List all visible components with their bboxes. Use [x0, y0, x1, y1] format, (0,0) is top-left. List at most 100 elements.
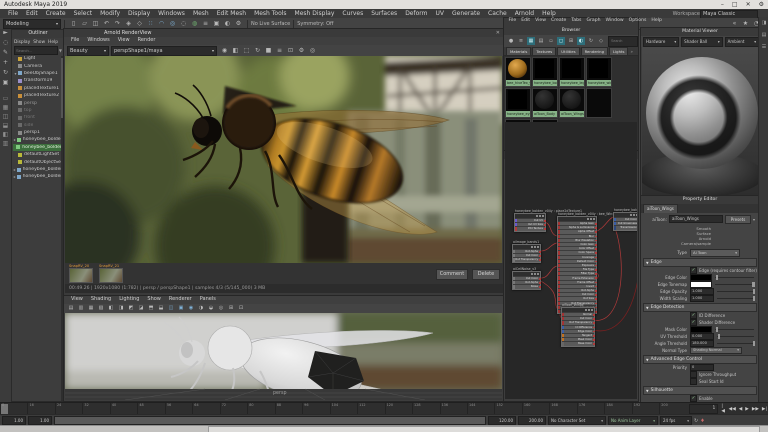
browser-tab[interactable]: Textures — [532, 47, 557, 55]
browser-tab[interactable]: Materials — [506, 47, 532, 55]
layout-three-pane-icon[interactable]: ◧ — [0, 131, 11, 140]
snap-to-curve-icon[interactable]: ◠ — [157, 19, 166, 28]
layout-two-pane-stack-icon[interactable]: ⬓ — [0, 122, 11, 131]
browser-panel-title[interactable]: Browser — [504, 27, 638, 35]
shader-node[interactable]: honeybee_bolden_v04y : bee_Wings Alpha G… — [557, 212, 616, 315]
shader-node[interactable]: honeybee_bolden_v04y : place2dTexture1 O… — [514, 209, 582, 232]
isolate-icon[interactable]: ⊡ — [237, 305, 245, 313]
play-backwards-button[interactable]: ◀ — [738, 407, 744, 412]
layout-outliner-icon[interactable]: ▥ — [0, 140, 11, 149]
step-forward-button[interactable]: ▶▶ — [751, 407, 760, 412]
section-header[interactable]: ▼ Advanced Edge Control — [643, 355, 757, 364]
shaded-icon[interactable]: ▣ — [177, 305, 185, 313]
outliner-item[interactable]: ▸honeybee_bolden_v04y1 — [13, 166, 64, 173]
shader-name-field[interactable]: aiToon_Wings — [669, 215, 723, 223]
channel-box-tab-icon[interactable]: ☰ — [759, 41, 768, 53]
material-swatch[interactable]: honeybee_eyes — [505, 88, 531, 118]
new-scene-icon[interactable]: ▯ — [69, 19, 78, 28]
snap-to-point-icon[interactable]: ◎ — [168, 19, 177, 28]
renderview-menu-item[interactable]: Windows — [83, 37, 113, 45]
outliner-item[interactable]: transform19 — [13, 77, 64, 84]
viewport-menu-item[interactable]: Show — [143, 296, 165, 304]
material-swatch[interactable]: honeybee_legs — [559, 57, 585, 87]
shader-node[interactable]: aiImage_bands1 Out Alpha Out Color Out Tra… — [512, 240, 541, 263]
auto-keyframe-icon[interactable]: ♦ — [700, 418, 704, 424]
redo-icon[interactable]: ↷ — [113, 19, 122, 28]
go-to-end-button[interactable]: ▶| — [761, 407, 768, 412]
grid-view-icon[interactable]: ▦ — [527, 37, 535, 45]
hypershade-menu-item[interactable]: Create — [549, 18, 569, 27]
hypershade-menu-item[interactable]: Window — [603, 18, 626, 27]
shadows-icon[interactable]: ◒ — [207, 305, 215, 313]
refresh-render-icon[interactable]: ↻ — [253, 46, 262, 55]
fps-selector[interactable]: 24 fps ▾ — [660, 416, 692, 425]
node-attribute-row[interactable]: Noise — [513, 284, 541, 289]
viewport-menu-item[interactable]: Renderer — [165, 296, 196, 304]
outliner-item[interactable]: defaultLightSet — [13, 151, 64, 158]
section-header[interactable]: ▼ Edge Detection — [643, 303, 757, 312]
create-material-icon[interactable]: ● — [507, 37, 515, 45]
wireframe-icon[interactable]: ◫ — [167, 305, 175, 313]
safe-action-icon[interactable]: ⬒ — [147, 305, 155, 313]
attribute-row[interactable]: Enable ✓ ▾ — [643, 395, 757, 402]
render-settings-icon[interactable]: ⚙ — [234, 19, 243, 28]
outliner-item[interactable]: honeybee_bolden_v04y_bee — [13, 143, 64, 152]
outliner-menu-item[interactable]: Help — [48, 40, 58, 45]
outliner-title[interactable]: Outliner — [12, 30, 64, 38]
outliner-item[interactable]: persp — [13, 99, 64, 106]
browser-tab[interactable]: Utilities — [557, 47, 580, 55]
range-slider[interactable] — [54, 416, 486, 425]
menu-item[interactable]: Deform — [401, 10, 431, 17]
isolate-selected-icon[interactable]: ⊡ — [286, 46, 295, 55]
hypershade-menu-item[interactable]: Edit — [519, 18, 533, 27]
aov-selector[interactable]: Beauty ▾ — [67, 45, 109, 56]
material-swatch[interactable]: honeybee_body — [532, 57, 558, 87]
attribute-row[interactable]: Priority 0 0▾ — [643, 364, 757, 371]
layout-single-pane-icon[interactable]: ▭ — [0, 95, 11, 104]
medium-swatch-icon[interactable]: ◻ — [557, 37, 565, 45]
small-swatch-icon[interactable]: ▫ — [547, 37, 555, 45]
attribute-row[interactable]: Ignore Throughput ▾ — [643, 371, 757, 378]
menu-item[interactable]: Arnold — [511, 10, 538, 17]
menu-item[interactable]: Cache — [484, 10, 511, 17]
attribute-row[interactable]: Width Scaling 1.000 1.000▾ — [643, 295, 757, 302]
outliner-menu-item[interactable]: Display — [14, 40, 30, 45]
playback-end-field[interactable]: 120.00 — [488, 416, 516, 425]
attribute-row[interactable]: Mask Color ▾ — [643, 326, 757, 333]
resolution-gate-icon[interactable]: ◨ — [117, 305, 125, 313]
animation-end-field[interactable]: 200.00 — [518, 416, 546, 425]
camera-attrs-icon[interactable]: ▧ — [97, 305, 105, 313]
menu-item[interactable]: Mesh Tools — [250, 10, 290, 17]
renderview-menu-item[interactable]: File — [67, 37, 83, 45]
list-view-icon[interactable]: ▤ — [537, 37, 545, 45]
outliner-item[interactable]: front — [13, 114, 64, 121]
pin-icon[interactable]: ◇ — [597, 37, 605, 45]
outliner-item[interactable]: ▸honeybee_bolden_v04y — [13, 136, 64, 143]
ao-icon[interactable]: ◎ — [217, 305, 225, 313]
scale-tool-icon[interactable]: ▣ — [0, 79, 11, 89]
outliner-item[interactable]: top — [13, 107, 64, 114]
menu-item[interactable]: Edit Mesh — [213, 10, 250, 17]
outliner-item[interactable]: side — [13, 122, 64, 129]
tab-scroll-icon[interactable]: » — [630, 49, 632, 54]
refresh-swatch-icon[interactable]: ↻ — [587, 37, 595, 45]
viewport-view[interactable]: persp — [65, 313, 502, 400]
snapshot-thumbnail[interactable]: SnapRV_20 — [69, 264, 93, 283]
snap-to-plane-icon[interactable]: ◌ — [179, 19, 188, 28]
sort-name-icon[interactable]: ≡ — [517, 37, 525, 45]
symmetry-label[interactable]: Symmetry: Off — [297, 21, 333, 27]
select-mask-hierarchy-icon[interactable]: ◈ — [124, 19, 133, 28]
menu-item[interactable]: Windows — [154, 10, 189, 17]
delete-button[interactable]: Delete — [472, 269, 500, 280]
hypershade-menu-item[interactable]: Graph — [584, 18, 603, 27]
go-to-start-button[interactable]: |◀ — [720, 404, 726, 414]
material-swatch[interactable]: honeybee_wing — [586, 57, 612, 87]
attribute-row[interactable]: Edge (requires contour filter) ✓ ▾ — [643, 267, 757, 274]
node-attribute-row[interactable]: P2d Texture — [515, 226, 546, 231]
attribute-editor-tab-icon[interactable]: ◨ — [759, 17, 768, 29]
hypershade-menu-item[interactable]: Help — [649, 18, 664, 27]
viewer-geometry-selector[interactable]: Shader Ball ▾ — [681, 36, 723, 47]
outliner-item[interactable]: placedTexture2 — [13, 92, 64, 99]
anim-layer-selector[interactable]: No Anim Layer ▾ — [608, 416, 658, 425]
renderview-menu-item[interactable]: Render — [134, 37, 160, 45]
